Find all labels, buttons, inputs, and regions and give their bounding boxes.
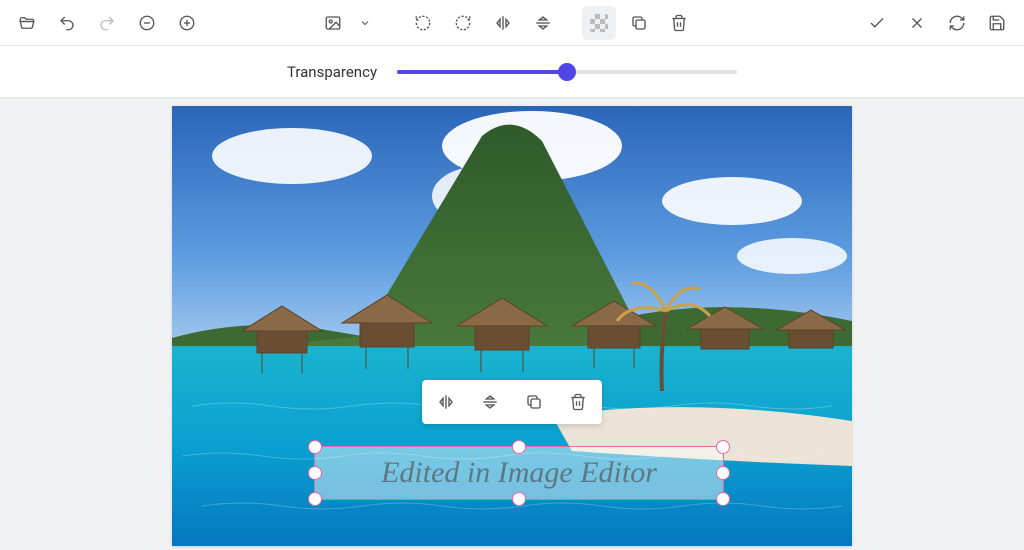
flip-vertical-button[interactable] (526, 6, 560, 40)
undo-icon (58, 14, 76, 32)
flip-vertical-icon (534, 14, 552, 32)
check-icon (868, 14, 886, 32)
save-icon (988, 14, 1006, 32)
toolbar-group-edit (582, 6, 696, 40)
chevron-down-icon (359, 17, 371, 29)
duplicate-icon (630, 14, 648, 32)
transparency-checker-icon (590, 14, 608, 32)
resize-handle-bottom-right[interactable] (716, 492, 730, 506)
transparency-label: Transparency (287, 63, 377, 81)
transparency-panel: Transparency (0, 46, 1024, 98)
rotate-right-icon (454, 14, 472, 32)
toolbar-group-confirm (860, 6, 1014, 40)
resize-handle-top-right[interactable] (716, 440, 730, 454)
transparency-button[interactable] (582, 6, 616, 40)
open-button[interactable] (10, 6, 44, 40)
selection-flip-horizontal-button[interactable] (426, 384, 466, 420)
zoom-in-button[interactable] (170, 6, 204, 40)
image-icon (324, 14, 342, 32)
resize-handle-middle-left[interactable] (308, 466, 322, 480)
slider-thumb[interactable] (558, 63, 576, 81)
flip-horizontal-icon (494, 14, 512, 32)
flip-horizontal-button[interactable] (486, 6, 520, 40)
undo-button[interactable] (50, 6, 84, 40)
text-selection[interactable]: Edited in Image Editor (314, 446, 724, 500)
save-button[interactable] (980, 6, 1014, 40)
toolbar-group-history (50, 6, 124, 40)
toolbar-group-image (316, 6, 374, 40)
trash-icon (670, 14, 688, 32)
toolbar-group-file (10, 6, 44, 40)
flip-vertical-icon (481, 393, 499, 411)
resize-handle-bottom-middle[interactable] (512, 492, 526, 506)
resize-handle-middle-right[interactable] (716, 466, 730, 480)
rotate-left-icon (414, 14, 432, 32)
selection-delete-button[interactable] (558, 384, 598, 420)
main-toolbar (0, 0, 1024, 46)
rotate-right-button[interactable] (446, 6, 480, 40)
rotate-left-button[interactable] (406, 6, 440, 40)
resize-handle-top-middle[interactable] (512, 440, 526, 454)
selection-text: Edited in Image Editor (381, 456, 657, 490)
minus-circle-icon (138, 14, 156, 32)
transparency-slider[interactable] (397, 62, 737, 82)
reset-icon (948, 14, 966, 32)
zoom-out-button[interactable] (130, 6, 164, 40)
redo-icon (98, 14, 116, 32)
cancel-button[interactable] (900, 6, 934, 40)
close-icon (908, 14, 926, 32)
slider-fill (397, 70, 567, 74)
duplicate-button[interactable] (622, 6, 656, 40)
resize-handle-top-left[interactable] (308, 440, 322, 454)
resize-handle-bottom-left[interactable] (308, 492, 322, 506)
ok-button[interactable] (860, 6, 894, 40)
delete-button[interactable] (662, 6, 696, 40)
selection-duplicate-button[interactable] (514, 384, 554, 420)
canvas-area: Edited in Image Editor (0, 98, 1024, 550)
selection-flip-vertical-button[interactable] (470, 384, 510, 420)
duplicate-icon (525, 393, 543, 411)
reset-button[interactable] (940, 6, 974, 40)
plus-circle-icon (178, 14, 196, 32)
canvas[interactable]: Edited in Image Editor (172, 106, 852, 546)
image-dropdown-chevron[interactable] (356, 17, 374, 29)
toolbar-group-transform (406, 6, 560, 40)
toolbar-group-zoom (130, 6, 204, 40)
flip-horizontal-icon (437, 393, 455, 411)
folder-open-icon (18, 14, 36, 32)
image-dropdown-button[interactable] (316, 6, 350, 40)
trash-icon (569, 393, 587, 411)
selection-toolbar (422, 380, 602, 424)
redo-button (90, 6, 124, 40)
